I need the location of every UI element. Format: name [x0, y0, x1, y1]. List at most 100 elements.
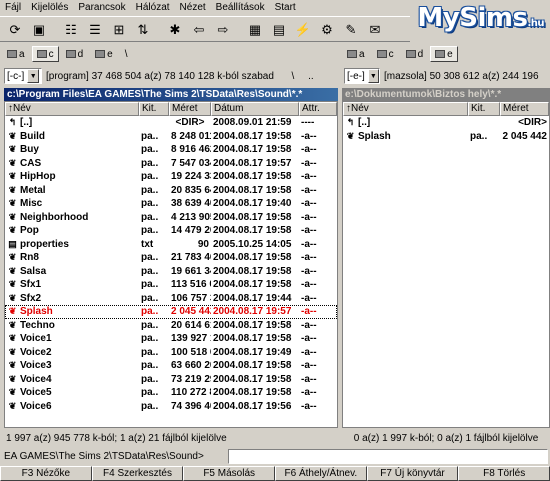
table-row[interactable]: ❦Voice1pa..139 927 1292004.08.17 19:58-a…	[5, 332, 337, 346]
forward-icon[interactable]: ⇨	[212, 18, 234, 40]
file-attr: -a--	[301, 306, 317, 317]
drive-button-c[interactable]: c	[372, 46, 399, 62]
table-row[interactable]: ❦ Build pa.. 8 248 011 2004.08.17 19:58 -a--	[5, 130, 337, 144]
menu-item-parancsok[interactable]: Parancsok	[73, 0, 130, 15]
table-row[interactable]: ❦Buypa..8 916 4622004.08.17 19:58-a--	[5, 143, 337, 157]
drive-button-a[interactable]: a	[342, 46, 370, 62]
drive-letter: d	[77, 48, 84, 60]
col-date-header[interactable]: Dátum	[211, 102, 299, 116]
sort-icon[interactable]: ⇅	[132, 18, 154, 40]
menu-item-nézet[interactable]: Nézet	[175, 0, 211, 15]
file-name: ❦ Voice5	[5, 386, 139, 400]
drive-button-root[interactable]: \	[120, 46, 133, 62]
table-row[interactable]: ❦Poppa..14 479 2662004.08.17 19:58-a--	[5, 224, 337, 238]
fkey-f4-button[interactable]: F4 Szerkesztés	[91, 466, 184, 481]
package-icon: ❦	[8, 265, 17, 276]
table-row[interactable]: ❦Sfx1pa..113 516 0612004.08.17 19:58-a--	[5, 278, 337, 292]
file-attr: -a--	[301, 211, 317, 223]
col-size-header[interactable]: Méret	[500, 102, 549, 116]
file-attr: -a--	[301, 265, 317, 277]
table-row[interactable]: ❦Voice2pa..100 518 6932004.08.17 19:49-a…	[5, 346, 337, 360]
table-row[interactable]: ▤ properties txt 90 2005.10.25 14:05 -a--	[5, 238, 337, 252]
left-path-bar[interactable]: c:\Program Files\EA GAMES\The Sims 2\TSD…	[4, 88, 338, 101]
brief-view-icon[interactable]: ☷	[60, 18, 82, 40]
menu-item-kijelölés[interactable]: Kijelölés	[26, 0, 73, 15]
drive-letter: e	[107, 48, 113, 60]
fkey-f6-button[interactable]: F6 Áthely/Átnev.	[275, 466, 367, 481]
chevron-down-icon[interactable]: ▼	[27, 69, 40, 83]
col-ext-header[interactable]: Kit.	[468, 102, 500, 116]
menu-item-hálózat[interactable]: Hálózat	[131, 0, 175, 15]
tree-icon[interactable]: ⊞	[108, 18, 130, 40]
file-size: 2 045 442	[171, 306, 211, 317]
left-volume-info: [program] 37 468 504 a(z) 78 140 128 k-b…	[46, 70, 274, 82]
col-attr-header[interactable]: Attr.	[299, 102, 337, 116]
col-size-header[interactable]: Méret	[169, 102, 211, 116]
file-ext: pa..	[141, 387, 159, 398]
col-name-header[interactable]: ↑Név	[343, 102, 468, 116]
edit-icon[interactable]: ✎	[340, 18, 362, 40]
table-row[interactable]: ❦Metalpa..20 835 6452004.08.17 19:58-a--	[5, 184, 337, 198]
fkey-f3-button[interactable]: F3 Nézőke	[0, 466, 92, 481]
table-row[interactable]: ❦Rn8pa..21 783 4622004.08.17 19:58-a--	[5, 251, 337, 265]
right-drive-combo[interactable]: [-e-] ▼	[344, 68, 380, 84]
drive-button-a[interactable]: a	[2, 46, 30, 62]
table-row[interactable]: ↰ [..] <DIR>	[343, 116, 549, 130]
full-view-icon[interactable]: ☰	[84, 18, 106, 40]
chevron-down-icon[interactable]: ▼	[367, 69, 379, 83]
table-row[interactable]: ❦Voice4pa..73 219 2962004.08.17 19:58-a-…	[5, 373, 337, 387]
fkey-f7-button[interactable]: F7 Új könyvtár	[366, 466, 459, 481]
unpack-icon[interactable]: ▤	[268, 18, 290, 40]
table-row[interactable]: ❦CASpa..7 547 0342004.08.17 19:57-a--	[5, 157, 337, 171]
fkey-f8-button[interactable]: F8 Törlés	[458, 466, 550, 481]
file-date: 2004.08.17 19:58	[213, 387, 292, 398]
ftp-icon[interactable]: ⚡	[292, 18, 314, 40]
drive-button-d[interactable]: d	[61, 46, 89, 62]
table-row[interactable]: ↰ [..] <DIR> 2008.09.01 21:59 ----	[5, 116, 337, 130]
file-name-text: Voice1	[20, 333, 52, 345]
col-ext-header[interactable]: Kit.	[139, 102, 169, 116]
col-name-header[interactable]: ↑Név	[5, 102, 139, 116]
table-row[interactable]: ❦Salsapa..19 661 3492004.08.17 19:58-a--	[5, 265, 337, 279]
table-row[interactable]: ❦Voice6pa..74 396 4012004.08.17 19:56-a-…	[5, 400, 337, 414]
pack-icon[interactable]: ▦	[244, 18, 266, 40]
table-row[interactable]: ❦Splashpa..2 045 4422004.08.17 19:57-a--	[5, 305, 337, 319]
left-drive-combo[interactable]: [-c-] ▼	[4, 68, 42, 84]
table-row[interactable]: ❦ Splash pa.. 2 045 442	[343, 130, 549, 144]
table-row[interactable]: ❦Voice3pa..63 660 2092004.08.17 19:58-a-…	[5, 359, 337, 373]
table-row[interactable]: ❦Miscpa..38 639 4062004.08.17 19:40-a--	[5, 197, 337, 211]
menu-item-fájl[interactable]: Fájl	[0, 0, 26, 15]
file-size: 8 916 462	[171, 144, 211, 155]
toolbar-separator	[156, 19, 162, 39]
file-name-text: Techno	[20, 319, 55, 331]
file-name: ❦ Voice1	[5, 332, 139, 346]
fkey-f5-button[interactable]: F5 Másolás	[183, 466, 276, 481]
file-ext: pa..	[141, 171, 159, 182]
mail-icon[interactable]: ✉	[364, 18, 386, 40]
package-icon: ❦	[8, 360, 17, 371]
table-row[interactable]: ❦Voice5pa..110 272 8402004.08.17 19:58-a…	[5, 386, 337, 400]
table-row[interactable]: ❦Sfx2pa..106 757 3952004.08.17 19:44-a--	[5, 292, 337, 306]
select-icon[interactable]: ✱	[164, 18, 186, 40]
back-icon[interactable]: ⇦	[188, 18, 210, 40]
left-file-panel[interactable]: ↑Név Kit. Méret Dátum Attr. ↰ [..] <DIR> 20…	[4, 101, 338, 428]
file-attr: -a--	[301, 130, 317, 142]
right-path-bar[interactable]: e:\Dokumentumok\Biztos hely\*.*	[342, 88, 550, 101]
table-row[interactable]: ❦HipHoppa..19 224 3332004.08.17 19:58-a-…	[5, 170, 337, 184]
menu-item-start[interactable]: Start	[270, 0, 301, 15]
left-root-button[interactable]: \	[286, 71, 300, 82]
drive-button-d[interactable]: d	[401, 46, 429, 62]
table-row[interactable]: ❦Technopa..20 614 6112004.08.17 19:58-a-…	[5, 319, 337, 333]
drive-button-e[interactable]: e	[430, 46, 458, 62]
command-input[interactable]	[228, 448, 548, 464]
left-up-button[interactable]: ..	[304, 71, 318, 82]
refresh-icon[interactable]: ⟳	[4, 18, 26, 40]
disk-icon[interactable]: ▣	[28, 18, 50, 40]
drive-button-c[interactable]: c	[31, 46, 59, 62]
url-icon[interactable]: ⚙	[316, 18, 338, 40]
right-file-panel[interactable]: ↑Név Kit. Méret ↰ [..] <DIR> ❦ Splash pa.. 2 0…	[342, 101, 550, 428]
file-ext: pa..	[141, 265, 159, 277]
menu-item-beállítások[interactable]: Beállítások	[211, 0, 270, 15]
table-row[interactable]: ❦Neighborhoodpa..4 213 9052004.08.17 19:…	[5, 211, 337, 225]
drive-button-e[interactable]: e	[90, 46, 118, 62]
